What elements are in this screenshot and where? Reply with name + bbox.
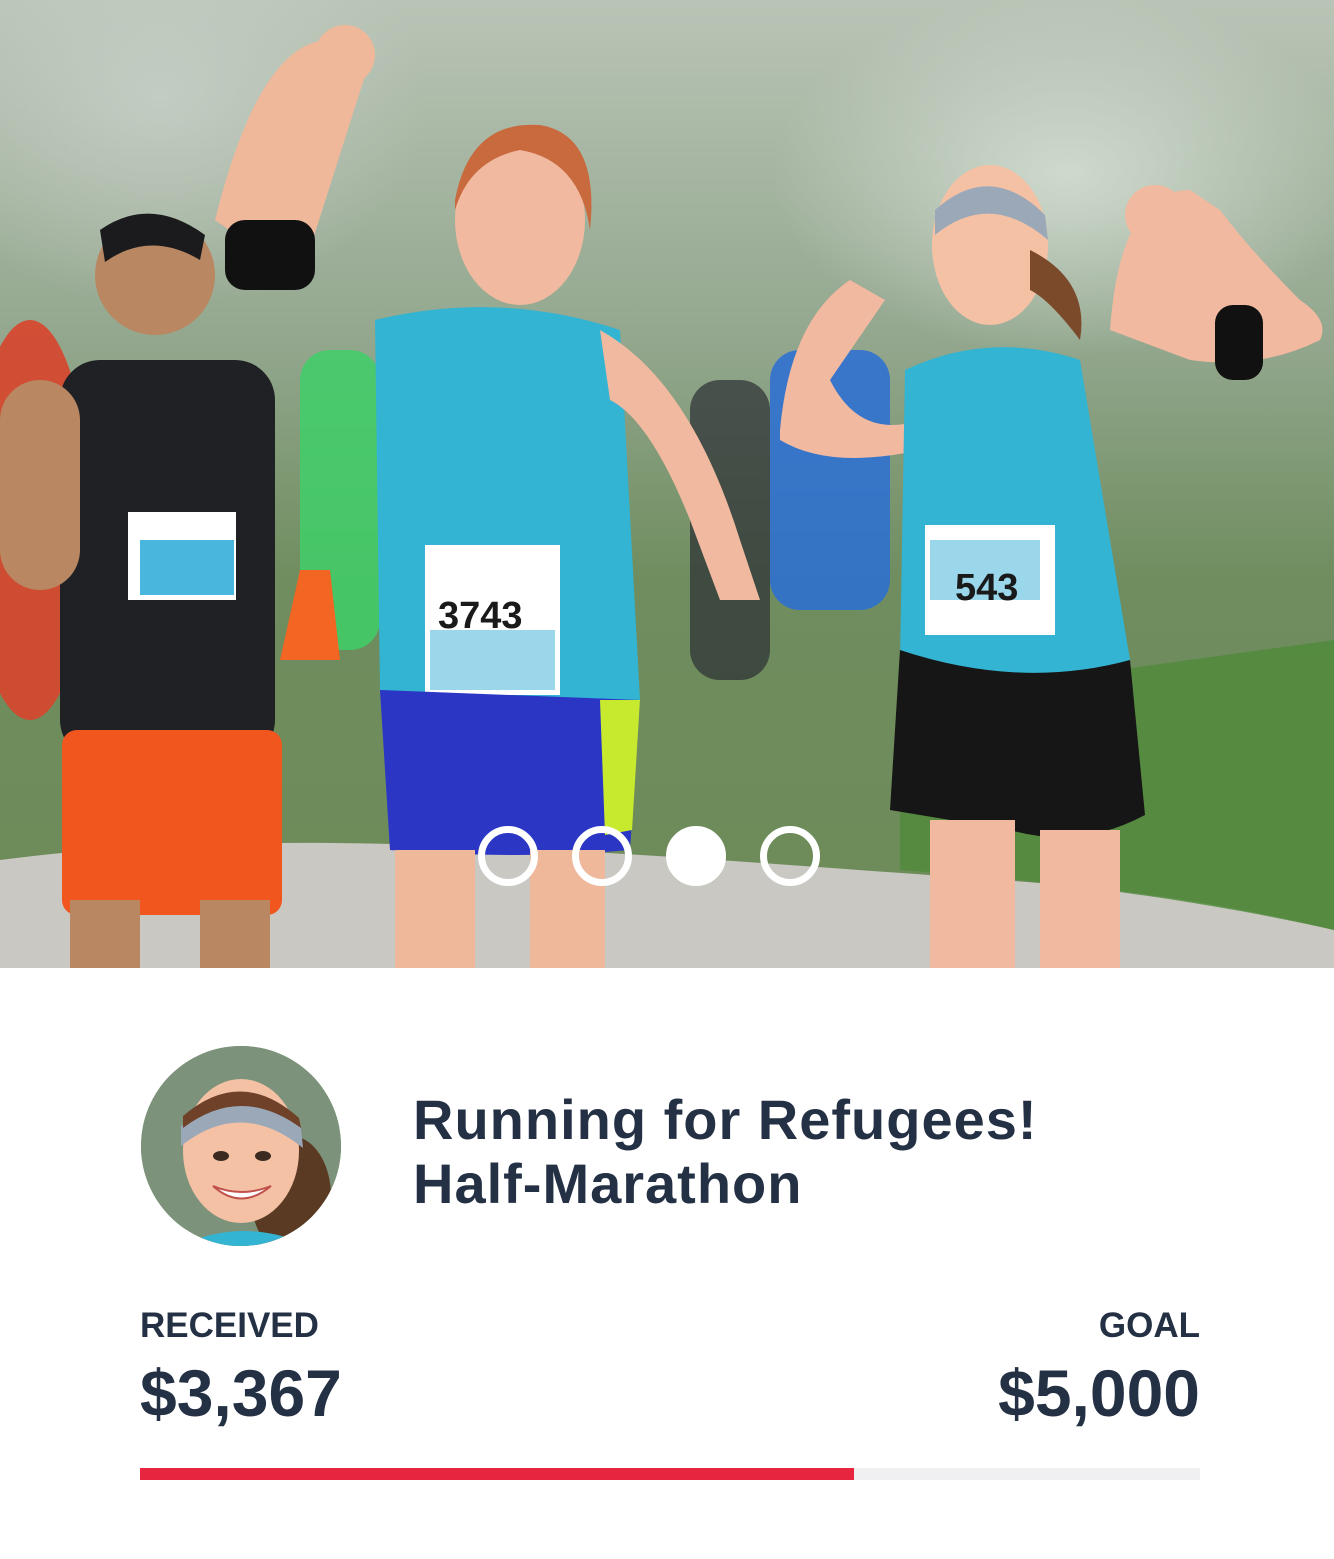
carousel-dot-4[interactable] [760, 826, 820, 886]
avatar-photo [141, 1046, 341, 1246]
received-label: RECEIVED [140, 1306, 319, 1345]
campaign-title: Running for Refugees! Half-Marathon [413, 1088, 1233, 1216]
carousel-dot-2[interactable] [572, 826, 632, 886]
carousel-dot-3[interactable] [666, 826, 726, 886]
carousel-indicators [478, 826, 820, 886]
bib-number-left: 3743 [438, 595, 523, 637]
goal-amount: $5,000 [998, 1356, 1200, 1430]
bib-number-right: 543 [955, 567, 1018, 609]
campaign-title-line-2: Half-Marathon [413, 1152, 803, 1215]
avatar [141, 1046, 341, 1246]
received-amount: $3,367 [140, 1356, 342, 1430]
goal-label: GOAL [1098, 1306, 1200, 1345]
campaign-title-line-1: Running for Refugees! [413, 1088, 1038, 1151]
hero-photo-carousel[interactable]: 3743 543 [0, 0, 1334, 968]
fundraising-progress-fill [140, 1468, 854, 1480]
carousel-dot-1[interactable] [478, 826, 538, 886]
runners-photo: 3743 543 [0, 25, 1334, 968]
fundraising-progress-bar [140, 1468, 1200, 1480]
